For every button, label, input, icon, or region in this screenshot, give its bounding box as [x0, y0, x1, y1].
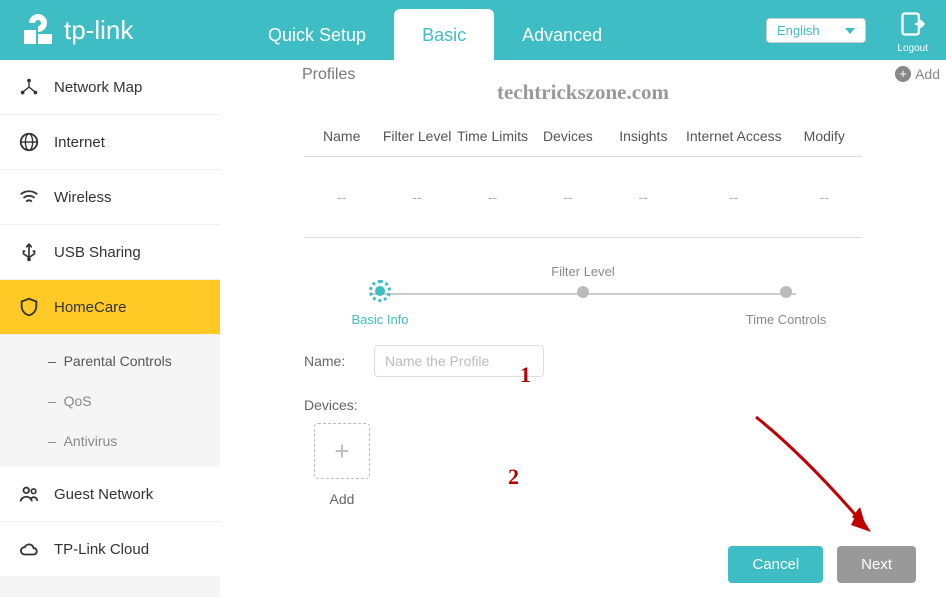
plus-icon: +: [334, 436, 349, 467]
col-insights: Insights: [606, 128, 681, 144]
sidebar-label: Guest Network: [54, 486, 153, 503]
step-filter-level[interactable]: Filter Level: [523, 264, 643, 327]
col-modify: Modify: [787, 128, 862, 144]
add-device-button[interactable]: +: [314, 423, 370, 479]
sidebar-label: Internet: [54, 134, 105, 151]
logout-button[interactable]: Logout: [897, 10, 928, 54]
sub-item-antivirus[interactable]: – Antivirus: [0, 421, 220, 461]
logout-icon: [899, 10, 927, 38]
annotation-1: 1: [520, 362, 531, 388]
brand-name: tp-link: [64, 15, 133, 46]
usb-icon: [18, 241, 40, 263]
network-map-icon: [18, 76, 40, 98]
cloud-icon: [18, 538, 40, 560]
sidebar-label: TP-Link Cloud: [54, 541, 149, 558]
wifi-icon: [18, 186, 40, 208]
col-time-limits: Time Limits: [455, 128, 530, 144]
col-name: Name: [304, 128, 379, 144]
sidebar-label: USB Sharing: [54, 244, 141, 261]
shield-icon: [18, 296, 40, 318]
sidebar-label: Wireless: [54, 189, 112, 206]
users-icon: [18, 483, 40, 505]
add-profile-button[interactable]: + Add: [895, 66, 940, 82]
step-dot-icon: [577, 286, 589, 298]
cell: --: [304, 189, 379, 205]
logout-label: Logout: [897, 43, 928, 54]
plus-icon: +: [895, 66, 911, 82]
profile-form: Name: Devices: + Add: [304, 345, 926, 507]
cell: --: [606, 189, 681, 205]
sidebar-label: Network Map: [54, 79, 142, 96]
sidebar-item-internet[interactable]: Internet: [0, 115, 220, 170]
sidebar-item-usb-sharing[interactable]: USB Sharing: [0, 225, 220, 280]
cancel-button[interactable]: Cancel: [728, 546, 823, 583]
sub-item-parental-controls[interactable]: – Parental Controls: [0, 341, 220, 381]
step-dot-icon: [780, 286, 792, 298]
header: tp-link Quick Setup Basic Advanced Engli…: [0, 0, 946, 60]
table-header: Name Filter Level Time Limits Devices In…: [304, 128, 862, 157]
chevron-down-icon: [845, 28, 855, 34]
cell: --: [530, 189, 605, 205]
step-dot-icon: [375, 286, 385, 296]
main-tabs: Quick Setup Basic Advanced: [240, 9, 630, 60]
cell: --: [455, 189, 530, 205]
cell: --: [787, 189, 862, 205]
sub-item-qos[interactable]: – QoS: [0, 381, 220, 421]
wizard-stepper: Basic Info Filter Level Time Controls: [320, 264, 846, 327]
add-device-label: Add: [304, 491, 380, 507]
sidebar-item-wireless[interactable]: Wireless: [0, 170, 220, 225]
tab-advanced[interactable]: Advanced: [494, 9, 630, 60]
sidebar-sub-items: – Parental Controls – QoS – Antivirus: [0, 335, 220, 467]
sidebar-label: HomeCare: [54, 299, 127, 316]
sidebar-item-tplink-cloud[interactable]: TP-Link Cloud: [0, 522, 220, 576]
tab-basic[interactable]: Basic: [394, 9, 494, 60]
wizard-buttons: Cancel Next: [728, 546, 916, 583]
sidebar-item-homecare[interactable]: HomeCare: [0, 280, 220, 335]
next-button[interactable]: Next: [837, 546, 916, 583]
sidebar: Network Map Internet Wireless USB Sharin…: [0, 60, 220, 597]
step-time-controls[interactable]: Time Controls: [726, 264, 846, 327]
col-filter-level: Filter Level: [379, 128, 454, 144]
devices-label: Devices:: [304, 397, 926, 413]
tab-quick-setup[interactable]: Quick Setup: [240, 9, 394, 60]
language-select[interactable]: English: [766, 18, 866, 43]
col-internet-access: Internet Access: [681, 128, 787, 144]
sidebar-item-guest-network[interactable]: Guest Network: [0, 467, 220, 522]
tplink-logo-icon: [20, 12, 56, 48]
cell: --: [379, 189, 454, 205]
step-basic-info[interactable]: Basic Info: [320, 264, 440, 327]
main-content: Profiles + Add techtrickszone.com Name F…: [220, 60, 946, 597]
profiles-table: Name Filter Level Time Limits Devices In…: [304, 128, 862, 238]
table-row: -- -- -- -- -- -- --: [304, 157, 862, 238]
language-value: English: [777, 23, 820, 38]
col-devices: Devices: [530, 128, 605, 144]
globe-icon: [18, 131, 40, 153]
watermark: techtrickszone.com: [497, 80, 669, 105]
brand-logo: tp-link: [20, 12, 133, 48]
annotation-2: 2: [508, 464, 519, 490]
sidebar-item-network-map[interactable]: Network Map: [0, 60, 220, 115]
cell: --: [681, 189, 787, 205]
name-label: Name:: [304, 353, 374, 369]
profile-name-input[interactable]: [374, 345, 544, 377]
name-row: Name:: [304, 345, 926, 377]
